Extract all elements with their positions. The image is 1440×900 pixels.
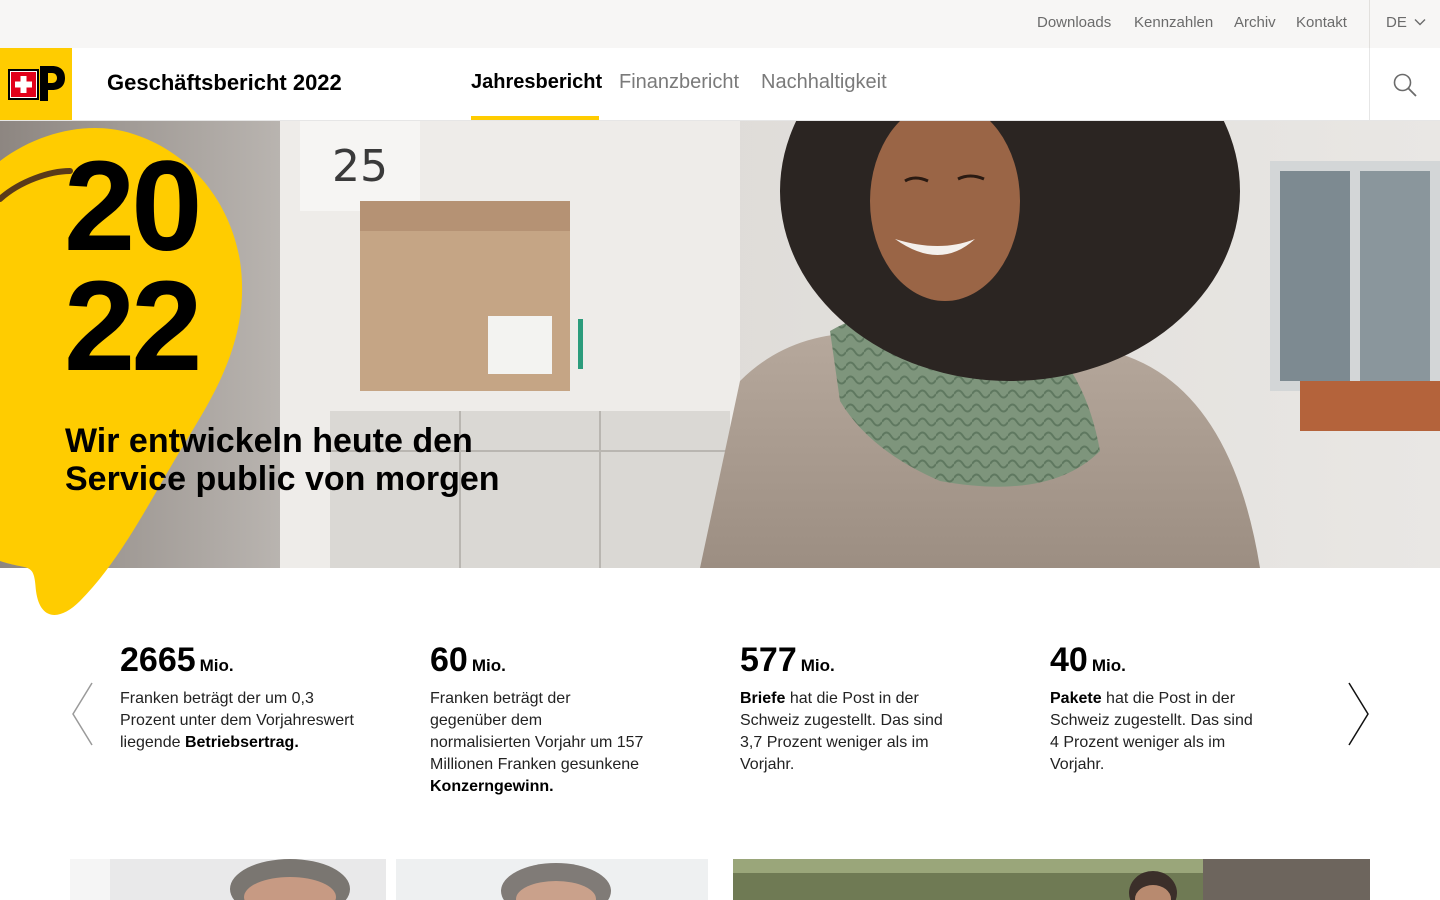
kpi-card: 60 Mio. Franken beträgt der gegenüber dem…: [430, 640, 670, 798]
kpi-value: 60: [430, 641, 468, 679]
kpi-card: 577 Mio. Briefe hat die Post in der Schwe…: [740, 640, 980, 776]
hero-headline-line2: Service public von morgen: [65, 460, 500, 498]
chevron-right-icon[interactable]: [1345, 681, 1371, 747]
teaser-photo: [733, 859, 1370, 900]
tab-nachhaltigkeit[interactable]: Nachhaltigkeit: [761, 71, 887, 94]
link-archiv[interactable]: Archiv: [1234, 14, 1276, 31]
teaser-image[interactable]: [733, 859, 1370, 900]
search-icon: [1393, 73, 1417, 97]
kpi-description: Pakete hat die Post in der Schweiz zuges…: [1050, 688, 1260, 776]
link-kontakt[interactable]: Kontakt: [1296, 14, 1347, 31]
kpi-description: Franken beträgt der gegenüber dem normal…: [430, 688, 645, 798]
active-tab-indicator: [471, 116, 599, 120]
swiss-post-logo-icon: [8, 66, 65, 101]
kpi-bold: Briefe: [740, 690, 786, 707]
tab-finanzbericht[interactable]: Finanzbericht: [619, 71, 739, 94]
language-label: DE: [1386, 14, 1407, 31]
year-top: 20: [64, 135, 202, 278]
utility-bar: Downloads Kennzahlen Archiv Kontakt DE: [0, 0, 1440, 48]
kpi-value: 2665: [120, 641, 196, 679]
kpi-bold: Pakete: [1050, 690, 1102, 707]
teaser-image[interactable]: [396, 859, 708, 900]
kpi-unit: Mio.: [199, 656, 234, 675]
year-bottom: 22: [64, 255, 202, 398]
kpi-bold: Betriebsertrag.: [184, 734, 299, 751]
teaser-image[interactable]: [70, 859, 386, 900]
chevron-down-icon: [1414, 19, 1426, 26]
kpi-unit: Mio.: [800, 656, 835, 675]
swiss-post-logo[interactable]: [0, 48, 72, 120]
kpi-description: Briefe hat die Post in der Schweiz zuges…: [740, 688, 950, 776]
teaser-photo: [70, 859, 386, 900]
site-title[interactable]: Geschäftsbericht 2022: [107, 70, 342, 96]
kpi-text: Franken beträgt der gegenüber dem normal…: [430, 690, 644, 773]
kpi-unit: Mio.: [1091, 656, 1126, 675]
language-selector[interactable]: DE: [1369, 0, 1440, 48]
kpi-card: 40 Mio. Pakete hat die Post in der Schwei…: [1050, 640, 1290, 776]
hero-headline-line1: Wir entwickeln heute den: [65, 422, 473, 460]
chevron-left-icon[interactable]: [70, 681, 96, 747]
kpi-value: 40: [1050, 641, 1088, 679]
main-header: Geschäftsbericht 2022 Jahresbericht Fina…: [0, 48, 1440, 121]
link-kennzahlen[interactable]: Kennzahlen: [1134, 14, 1213, 31]
teaser-photo: [396, 859, 708, 900]
search-button[interactable]: [1369, 48, 1440, 120]
kpi-value: 577: [740, 641, 797, 679]
link-downloads[interactable]: Downloads: [1037, 14, 1111, 31]
kpi-bold: Konzerngewinn.: [430, 778, 554, 795]
kpi-card: 2665 Mio. Franken beträgt der um 0,3 Proz…: [120, 640, 360, 754]
tab-jahresbericht[interactable]: Jahresbericht: [471, 71, 602, 94]
hero-headline: Wir entwickeln heute den Service public …: [65, 422, 585, 498]
kpi-unit: Mio.: [471, 656, 506, 675]
kpi-description: Franken beträgt der um 0,3 Prozent unter…: [120, 688, 360, 754]
